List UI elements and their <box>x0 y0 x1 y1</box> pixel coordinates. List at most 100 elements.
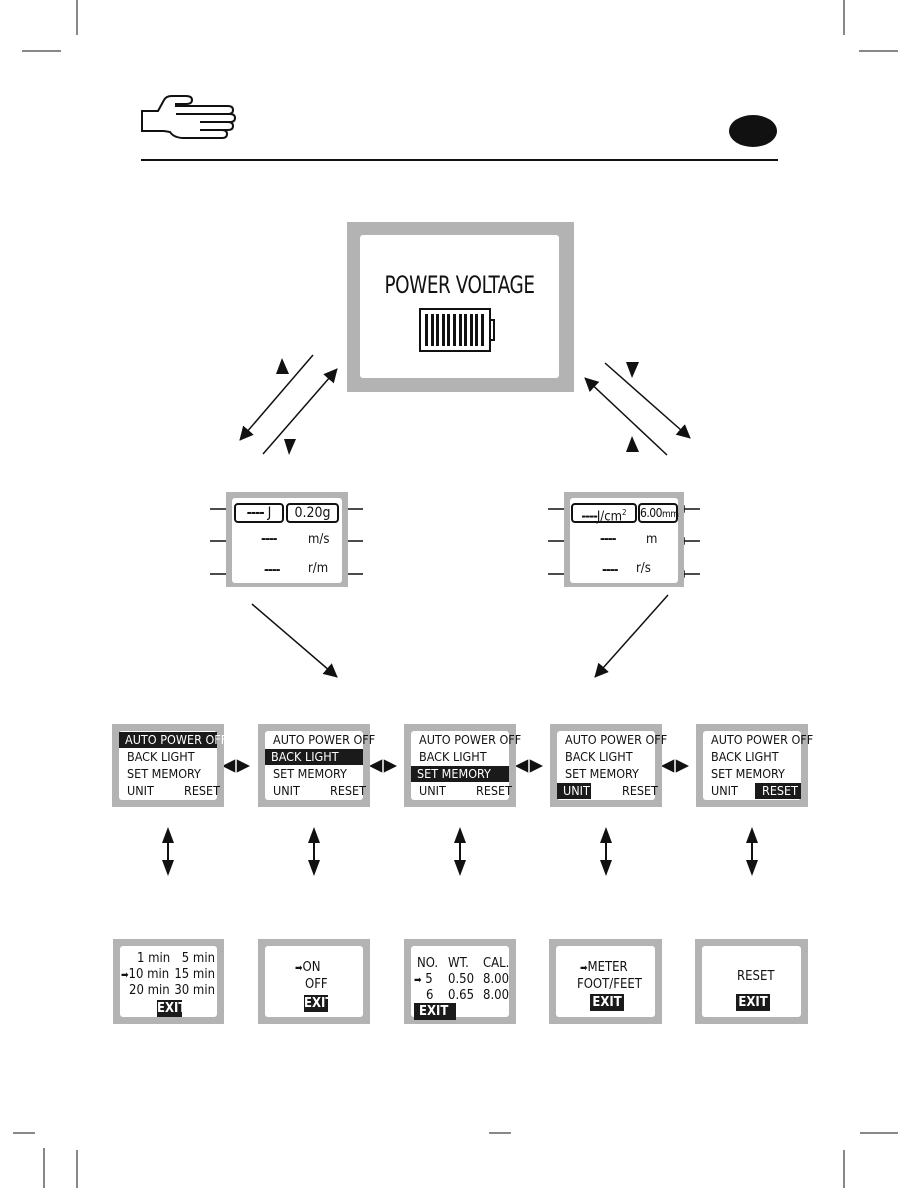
menu-item-auto-power-off[interactable]: AUTO POWER OFF <box>273 732 375 748</box>
menu-item-auto-power-off[interactable]: AUTO POWER OFF <box>119 732 227 748</box>
menu-item-set-memory[interactable]: SET MEMORY <box>711 766 785 782</box>
menu-item-reset[interactable]: RESET <box>476 783 512 799</box>
to-menu-arrows <box>251 594 669 678</box>
energy-field: ---- J <box>234 503 284 523</box>
battery-bar <box>447 314 451 346</box>
menu-item-back-light[interactable]: BACK LIGHT <box>265 749 363 765</box>
caliber-field: 6.00mm <box>638 503 679 523</box>
menu-item-reset[interactable]: RESET <box>755 783 801 799</box>
energy-density-field: ----J/cm2 <box>571 503 637 524</box>
left-right-arrow-icon <box>515 759 543 773</box>
option-15-min[interactable]: 15 min <box>174 967 215 983</box>
reset-label: RESET <box>737 969 775 984</box>
header-no: NO. <box>417 956 439 971</box>
submenu-set-memory: NO. WT. CAL. ➡ 5 0.50 8.00 6 0.65 8.00 E… <box>404 939 516 1024</box>
up-down-arrow-icon <box>162 827 174 876</box>
down-triangle-icon <box>284 439 296 455</box>
exit-button[interactable]: EXIT <box>304 995 333 1012</box>
rate-value: ---- <box>602 563 618 578</box>
left-right-arrow-icon <box>661 759 689 773</box>
distance-value: ---- <box>600 532 616 547</box>
option-on[interactable]: ➡ON <box>295 960 321 977</box>
header-cal: CAL. <box>483 956 510 971</box>
up-down-arrow-icon <box>746 827 758 876</box>
pointer-arrow-icon: ➡ <box>414 975 422 986</box>
pointing-hand-icon <box>141 95 237 139</box>
option-off[interactable]: OFF <box>305 977 328 993</box>
battery-bar <box>441 314 445 346</box>
menu-screen-unit: AUTO POWER OFF BACK LIGHT SET MEMORY UNIT RE… <box>550 724 667 807</box>
rate-unit: r/m <box>308 561 329 576</box>
menu-item-unit[interactable]: UNIT <box>557 783 591 799</box>
option-meter[interactable]: ➡METER <box>580 960 628 977</box>
battery-bar <box>458 314 462 346</box>
memory-row-no[interactable]: ➡ 5 <box>414 972 433 989</box>
menu-item-auto-power-off[interactable]: AUTO POWER OFF <box>711 732 813 748</box>
menu-item-unit[interactable]: UNIT <box>711 783 738 799</box>
exit-button[interactable]: EXIT <box>414 1003 456 1020</box>
menu-item-unit[interactable]: UNIT <box>127 783 154 799</box>
memory-row-cal: 8.00 <box>483 988 510 1003</box>
menu-item-back-light[interactable]: BACK LIGHT <box>127 749 195 765</box>
menu-item-auto-power-off[interactable]: AUTO POWER OFF <box>419 732 521 748</box>
weight-field: 0.20g <box>286 503 339 523</box>
menu-screen-reset: AUTO POWER OFF BACK LIGHT SET MEMORY UNIT RE… <box>696 724 813 807</box>
exit-button[interactable]: EXIT <box>736 994 770 1011</box>
up-down-arrow-icon <box>454 827 466 876</box>
right-readout-screen: ----J/cm2 6.00mm ---- m ---- r/s <box>564 492 684 587</box>
option-10-min[interactable]: ➡10 min <box>121 967 169 984</box>
left-right-arrow-icon <box>222 759 250 773</box>
battery-bar <box>475 314 479 346</box>
rate-unit: r/s <box>636 561 651 576</box>
menu-item-auto-power-off[interactable]: AUTO POWER OFF <box>565 732 667 748</box>
left-readout-screen: ---- J 0.20g ---- m/s ---- r/m <box>226 492 348 587</box>
header-wt: WT. <box>448 956 469 971</box>
menu-item-set-memory[interactable]: SET MEMORY <box>273 766 347 782</box>
menu-item-unit[interactable]: UNIT <box>419 783 446 799</box>
exit-button[interactable]: EXIT <box>590 994 624 1011</box>
power-voltage-title: POWER VOLTAGE <box>384 271 535 299</box>
menu-vertical-arrows <box>162 827 758 876</box>
battery-bar <box>452 314 456 346</box>
menu-item-reset[interactable]: RESET <box>184 783 220 799</box>
submenu-auto-power-off: 1 min 5 min ➡10 min 15 min 20 min 30 min… <box>113 939 224 1024</box>
submenu-reset: RESET EXIT <box>695 939 808 1024</box>
menu-item-unit[interactable]: UNIT <box>273 783 300 799</box>
option-1-min[interactable]: 1 min <box>137 951 170 967</box>
menu-item-reset[interactable]: RESET <box>330 783 366 799</box>
speed-unit: m/s <box>308 532 330 547</box>
power-voltage-screen: POWER VOLTAGE <box>347 222 574 392</box>
up-down-arrow-icon <box>308 827 320 876</box>
pointer-arrow-icon: ➡ <box>295 963 303 974</box>
submenu-back-light: ➡ON OFF EXIT <box>258 939 370 1024</box>
menu-item-set-memory[interactable]: SET MEMORY <box>127 766 201 782</box>
submenu-unit: ➡METER FOOT/FEET EXIT <box>549 939 662 1024</box>
menu-item-back-light[interactable]: BACK LIGHT <box>711 749 779 765</box>
pointer-arrow-icon: ➡ <box>121 970 129 981</box>
menu-item-set-memory[interactable]: SET MEMORY <box>411 766 509 782</box>
option-5-min[interactable]: 5 min <box>182 951 215 967</box>
battery-bar <box>464 314 468 346</box>
menu-item-back-light[interactable]: BACK LIGHT <box>419 749 487 765</box>
right-nav-arrows <box>584 362 691 456</box>
menu-item-set-memory[interactable]: SET MEMORY <box>565 766 639 782</box>
battery-bar <box>480 314 484 346</box>
pointer-arrow-icon: ➡ <box>580 963 588 974</box>
up-triangle-icon <box>276 358 289 374</box>
memory-row-no[interactable]: 6 <box>426 988 433 1004</box>
menu-item-back-light[interactable]: BACK LIGHT <box>565 749 633 765</box>
speed-value: ---- <box>261 532 277 547</box>
distance-unit: m <box>646 532 658 547</box>
battery-bar <box>469 314 473 346</box>
option-30-min[interactable]: 30 min <box>174 983 215 999</box>
up-down-arrow-icon <box>600 827 612 876</box>
memory-row-wt: 0.50 <box>448 972 475 987</box>
left-nav-arrows <box>239 354 338 455</box>
option-foot-feet[interactable]: FOOT/FEET <box>577 977 642 993</box>
down-triangle-icon <box>626 362 639 378</box>
language-badge-ellipse <box>729 115 777 147</box>
option-20-min[interactable]: 20 min <box>129 983 170 999</box>
battery-bar <box>436 314 440 346</box>
exit-button[interactable]: EXIT <box>157 1000 186 1017</box>
menu-item-reset[interactable]: RESET <box>622 783 658 799</box>
